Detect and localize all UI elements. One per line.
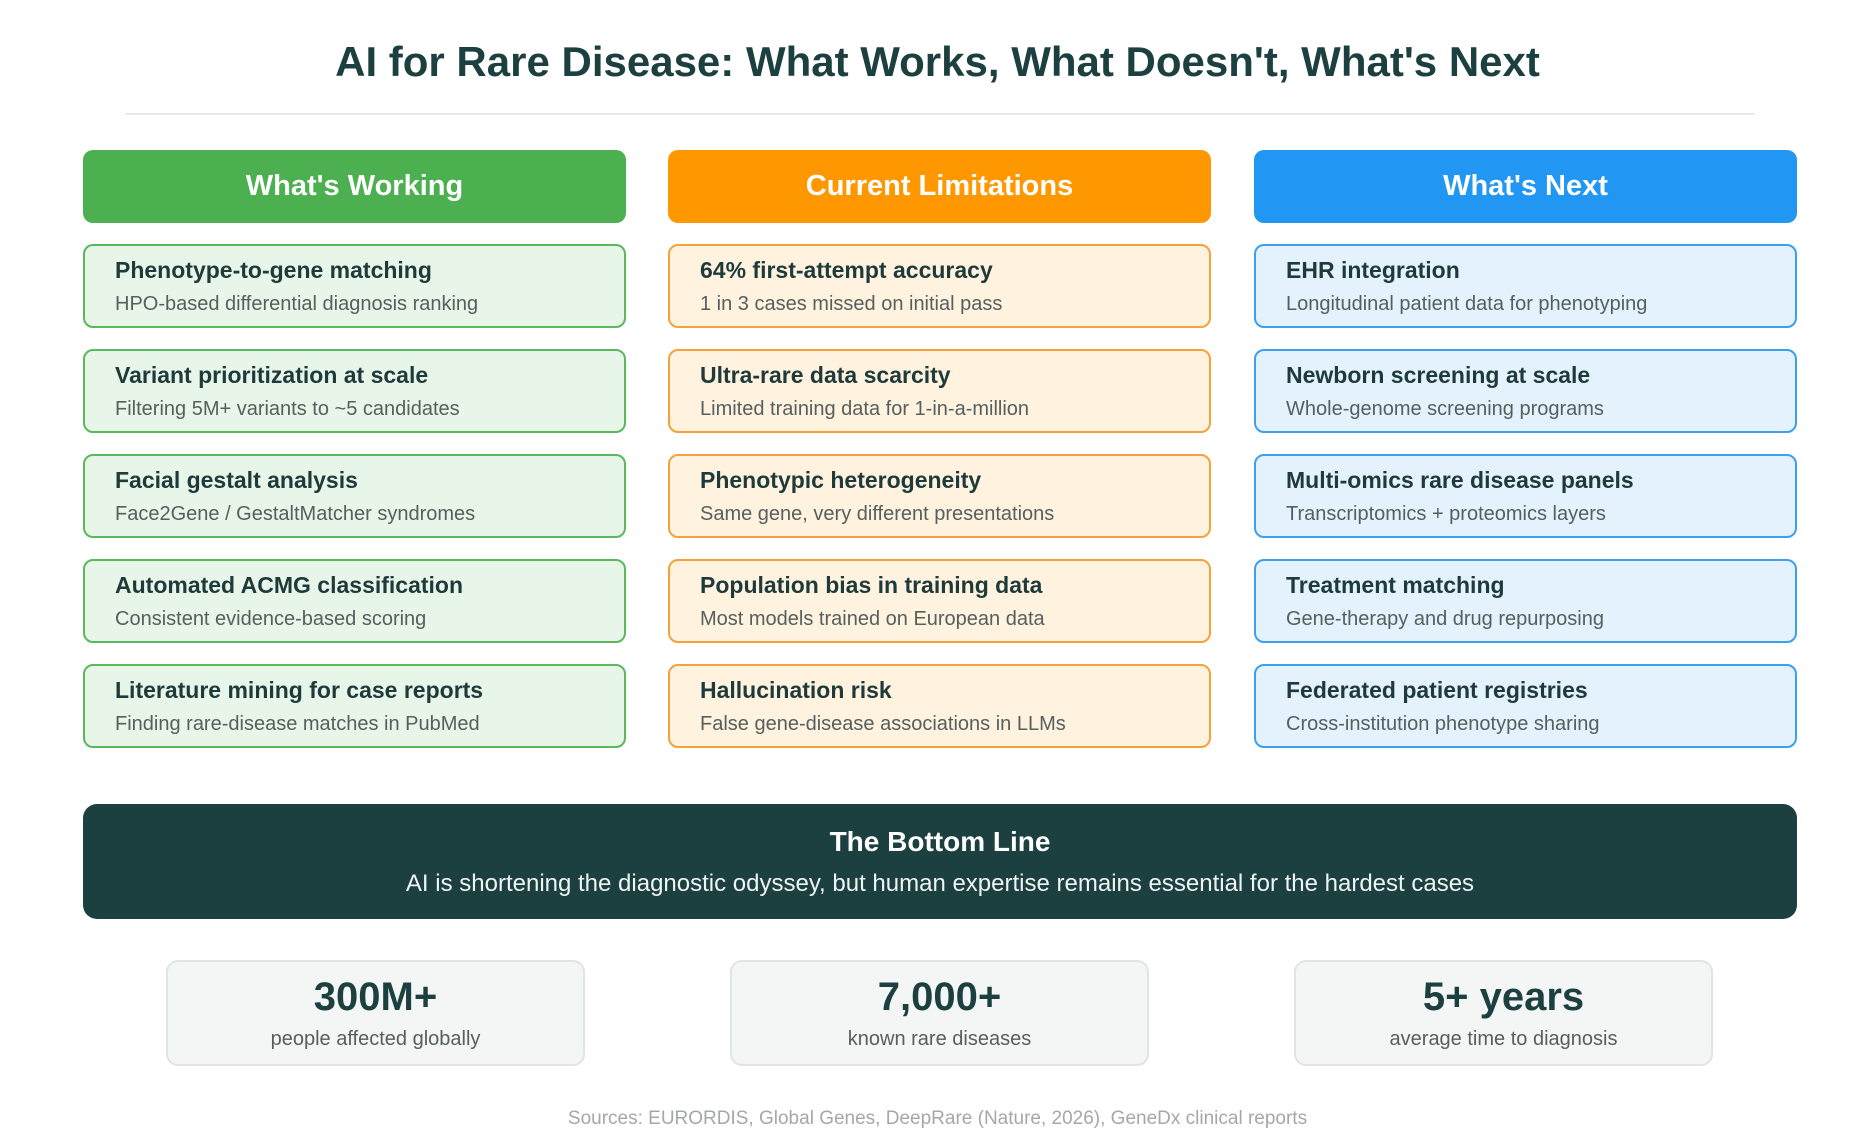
column-header: Current Limitations xyxy=(668,150,1211,223)
card-title: Federated patient registries xyxy=(1286,676,1588,703)
stat-label: people affected globally xyxy=(270,1028,481,1050)
card-title: Automated ACMG classification xyxy=(115,571,464,598)
list-item: Multi-omics rare disease panels Transcri… xyxy=(1254,454,1797,538)
card-title: Phenotype-to-gene matching xyxy=(115,256,432,283)
card-title: Multi-omics rare disease panels xyxy=(1286,466,1634,493)
sources-footnote: Sources: EURORDIS, Global Genes, DeepRar… xyxy=(567,1108,1308,1129)
list-item: Automated ACMG classification Consistent… xyxy=(83,559,626,643)
card-description: Consistent evidence-based scoring xyxy=(115,607,427,630)
card-title: EHR integration xyxy=(1286,256,1460,283)
column-current-limitations: Current Limitations 64% first-attempt ac… xyxy=(668,150,1211,748)
card-description: Gene-therapy and drug repurposing xyxy=(1286,607,1604,630)
stat-label: known rare diseases xyxy=(847,1028,1032,1050)
list-item: Treatment matching Gene-therapy and drug… xyxy=(1254,559,1797,643)
stat-value: 300M+ xyxy=(313,975,438,1019)
column-whats-working: What's Working Phenotype-to-gene matchin… xyxy=(83,150,626,748)
card-description: HPO-based differential diagnosis ranking xyxy=(115,292,479,315)
stat-card: 300M+ people affected globally xyxy=(166,960,585,1066)
list-item: Ultra-rare data scarcity Limited trainin… xyxy=(668,349,1211,433)
list-item: Literature mining for case reports Findi… xyxy=(83,664,626,748)
list-item: Facial gestalt analysis Face2Gene / Gest… xyxy=(83,454,626,538)
card-title: Hallucination risk xyxy=(700,676,892,703)
bottom-line-title: The Bottom Line xyxy=(829,825,1051,857)
card-description: False gene-disease associations in LLMs xyxy=(700,712,1066,735)
card-description: Finding rare-disease matches in PubMed xyxy=(115,712,480,735)
card-description: Same gene, very different presentations xyxy=(700,502,1055,525)
bottom-line-banner: The Bottom Line AI is shortening the dia… xyxy=(83,804,1797,919)
card-title: 64% first-attempt accuracy xyxy=(700,256,993,283)
card-description: Longitudinal patient data for phenotypin… xyxy=(1286,292,1648,315)
card-description: Face2Gene / GestaltMatcher syndromes xyxy=(115,502,476,525)
card-description: Whole-genome screening programs xyxy=(1286,397,1604,420)
list-item: Phenotype-to-gene matching HPO-based dif… xyxy=(83,244,626,328)
title-divider xyxy=(125,113,1755,115)
card-title: Facial gestalt analysis xyxy=(115,466,358,493)
stat-value: 5+ years xyxy=(1422,975,1585,1019)
column-header: What's Next xyxy=(1254,150,1797,223)
card-description: Most models trained on European data xyxy=(700,607,1045,630)
stat-value: 7,000+ xyxy=(877,975,1002,1019)
card-description: Transcriptomics + proteomics layers xyxy=(1286,502,1606,525)
card-title: Treatment matching xyxy=(1286,571,1505,598)
list-item: Federated patient registries Cross-insti… xyxy=(1254,664,1797,748)
stat-label: average time to diagnosis xyxy=(1389,1028,1618,1050)
page-title: AI for Rare Disease: What Works, What Do… xyxy=(335,38,1540,85)
bottom-line-text: AI is shortening the diagnostic odyssey,… xyxy=(405,869,1475,897)
column-whats-next: What's Next EHR integration Longitudinal… xyxy=(1254,150,1797,748)
card-title: Literature mining for case reports xyxy=(115,676,484,703)
card-description: 1 in 3 cases missed on initial pass xyxy=(700,292,1003,315)
column-header: What's Working xyxy=(83,150,626,223)
card-title: Newborn screening at scale xyxy=(1286,361,1591,388)
card-description: Cross-institution phenotype sharing xyxy=(1286,712,1600,735)
list-item: Population bias in training data Most mo… xyxy=(668,559,1211,643)
stat-card: 5+ years average time to diagnosis xyxy=(1294,960,1713,1066)
list-item: Newborn screening at scale Whole-genome … xyxy=(1254,349,1797,433)
list-item: Phenotypic heterogeneity Same gene, very… xyxy=(668,454,1211,538)
list-item: Hallucination risk False gene-disease as… xyxy=(668,664,1211,748)
card-title: Ultra-rare data scarcity xyxy=(700,361,951,388)
list-item: Variant prioritization at scale Filterin… xyxy=(83,349,626,433)
card-title: Phenotypic heterogeneity xyxy=(700,466,982,493)
card-description: Limited training data for 1-in-a-million xyxy=(700,397,1030,420)
stat-card: 7,000+ known rare diseases xyxy=(730,960,1149,1066)
card-title: Variant prioritization at scale xyxy=(115,361,429,388)
list-item: 64% first-attempt accuracy 1 in 3 cases … xyxy=(668,244,1211,328)
card-title: Population bias in training data xyxy=(700,571,1043,598)
list-item: EHR integration Longitudinal patient dat… xyxy=(1254,244,1797,328)
card-description: Filtering 5M+ variants to ~5 candidates xyxy=(115,397,460,420)
